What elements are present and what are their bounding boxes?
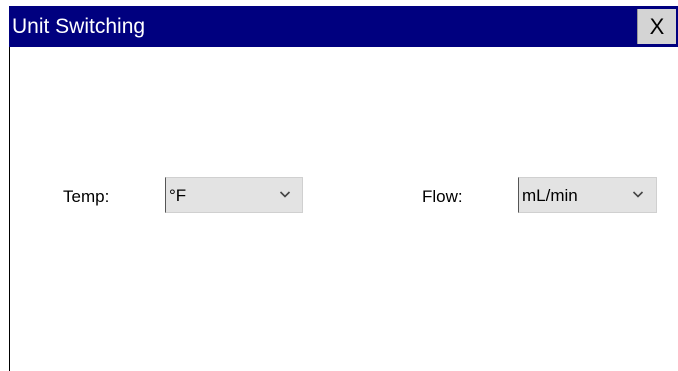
flow-label: Flow: bbox=[422, 187, 463, 206]
flow-unit-select[interactable]: mL/min bbox=[518, 177, 657, 213]
chevron-down-icon bbox=[632, 191, 644, 198]
window-title: Unit Switching bbox=[12, 15, 146, 38]
chevron-down-icon bbox=[279, 191, 291, 198]
window-left-border bbox=[9, 47, 10, 371]
close-button[interactable]: X bbox=[637, 9, 676, 44]
unit-switching-dialog: Unit Switching X Temp: °F Flow: mL/min bbox=[0, 0, 678, 371]
temp-unit-value: °F bbox=[169, 186, 187, 205]
temp-label: Temp: bbox=[63, 187, 110, 206]
temp-unit-select[interactable]: °F bbox=[165, 177, 303, 213]
title-bar: Unit Switching X bbox=[9, 6, 678, 47]
flow-unit-value: mL/min bbox=[522, 186, 578, 205]
